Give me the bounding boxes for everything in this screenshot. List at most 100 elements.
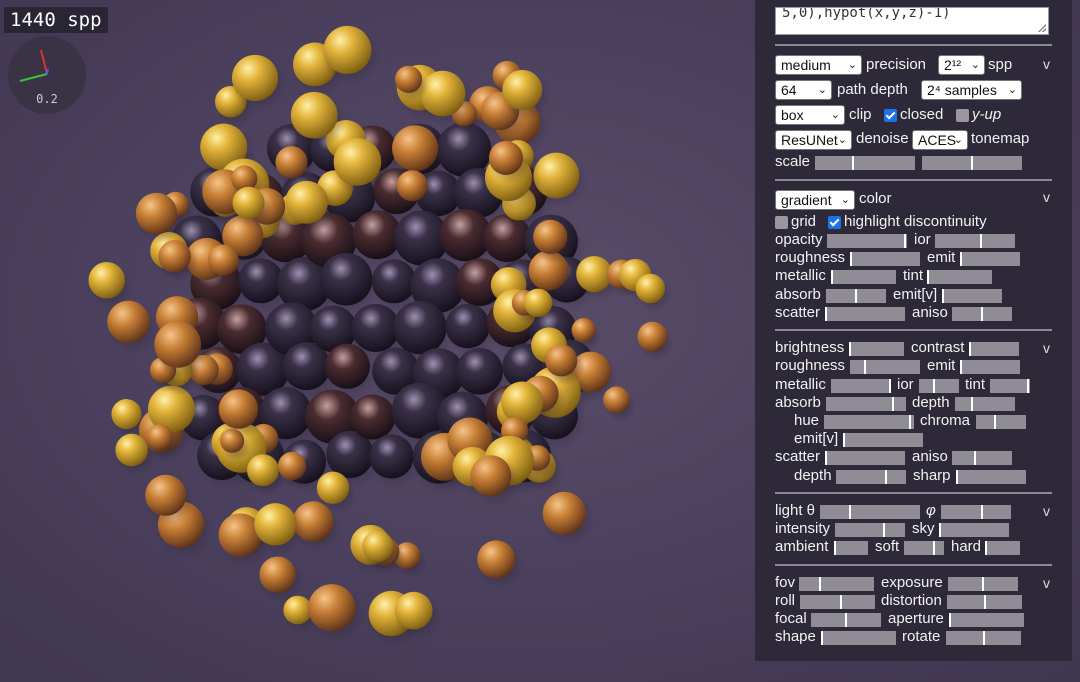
denoise-select[interactable]: ResUNet ⌄ <box>775 130 852 150</box>
tint-slider[interactable] <box>927 270 992 284</box>
slider-thumb[interactable] <box>1027 379 1029 393</box>
slider-thumb[interactable] <box>949 613 951 627</box>
material-roughness-slider[interactable] <box>850 360 920 374</box>
path-depth-select[interactable]: 64 ⌄ <box>775 80 832 100</box>
absorb-slider[interactable] <box>826 289 886 303</box>
material-absorb-slider[interactable] <box>826 397 906 411</box>
slider-thumb[interactable] <box>956 470 958 484</box>
material-emit-v-slider[interactable] <box>843 433 923 447</box>
slider-thumb[interactable] <box>855 289 857 303</box>
slider-thumb[interactable] <box>904 234 906 248</box>
slider-thumb[interactable] <box>974 451 976 465</box>
yup-checkbox[interactable] <box>956 109 969 122</box>
shape-slider[interactable] <box>821 631 896 645</box>
sky-slider[interactable] <box>939 523 1009 537</box>
collapse-material-section[interactable]: v <box>1043 340 1050 356</box>
slider-thumb[interactable] <box>982 577 984 591</box>
slider-thumb[interactable] <box>960 360 962 374</box>
slider-thumb[interactable] <box>971 156 973 170</box>
ior-slider[interactable] <box>935 234 1015 248</box>
collapse-render-section[interactable]: v <box>1043 56 1050 72</box>
spp-select[interactable]: 2¹² ⌄ <box>938 55 985 75</box>
chroma-slider[interactable] <box>976 415 1026 429</box>
slider-thumb[interactable] <box>885 470 887 484</box>
fov-slider[interactable] <box>799 577 874 591</box>
slider-thumb[interactable] <box>971 397 973 411</box>
slider-thumb[interactable] <box>825 451 827 465</box>
slider-thumb[interactable] <box>850 252 852 266</box>
tonemap-select[interactable]: ACES ⌄ <box>912 130 968 150</box>
scale-slider-1[interactable] <box>815 156 915 170</box>
collapse-color-section[interactable]: v <box>1043 189 1050 205</box>
slider-thumb[interactable] <box>843 433 845 447</box>
emit-slider[interactable] <box>960 252 1020 266</box>
exposure-slider[interactable] <box>948 577 1018 591</box>
material-scatter-slider[interactable] <box>825 451 905 465</box>
emit-v-slider[interactable] <box>942 289 1002 303</box>
slider-thumb[interactable] <box>981 505 983 519</box>
light-phi-slider[interactable] <box>941 505 1011 519</box>
slider-thumb[interactable] <box>840 595 842 609</box>
material-depth-slider[interactable] <box>955 397 1015 411</box>
slider-thumb[interactable] <box>883 523 885 537</box>
highlight-discontinuity-checkbox[interactable] <box>828 216 841 229</box>
collapse-light-section[interactable]: v <box>1043 503 1050 519</box>
light-theta-slider[interactable] <box>820 505 920 519</box>
slider-thumb[interactable] <box>985 541 987 555</box>
slider-thumb[interactable] <box>980 234 982 248</box>
focal-slider[interactable] <box>811 613 881 627</box>
material-emit-slider[interactable] <box>960 360 1020 374</box>
samples-select[interactable]: 2⁴ samples ⌄ <box>921 80 1022 100</box>
slider-thumb[interactable] <box>983 631 985 645</box>
slider-thumb[interactable] <box>994 415 996 429</box>
slider-thumb[interactable] <box>825 307 827 321</box>
roughness-slider[interactable] <box>850 252 920 266</box>
slider-thumb[interactable] <box>845 613 847 627</box>
slider-thumb[interactable] <box>933 541 935 555</box>
slider-thumb[interactable] <box>981 307 983 321</box>
resize-grip-icon[interactable] <box>1038 24 1046 32</box>
distortion-slider[interactable] <box>947 595 1022 609</box>
axes-gizmo[interactable]: 0.2 <box>8 36 86 114</box>
contrast-slider[interactable] <box>969 342 1019 356</box>
aniso-slider[interactable] <box>952 307 1012 321</box>
slider-thumb[interactable] <box>969 342 971 356</box>
slider-thumb[interactable] <box>892 397 894 411</box>
slider-thumb[interactable] <box>960 252 962 266</box>
ambient-slider[interactable] <box>834 541 868 555</box>
precision-select[interactable]: medium ⌄ <box>775 55 862 75</box>
slider-thumb[interactable] <box>933 379 935 393</box>
slider-thumb[interactable] <box>849 342 851 356</box>
material-tint-slider[interactable] <box>990 379 1030 393</box>
slider-thumb[interactable] <box>852 156 854 170</box>
roll-slider[interactable] <box>800 595 875 609</box>
scale-slider-2[interactable] <box>922 156 1022 170</box>
slider-thumb[interactable] <box>849 505 851 519</box>
collapse-camera-section[interactable]: v <box>1043 575 1050 591</box>
material-ior-slider[interactable] <box>919 379 959 393</box>
aperture-slider[interactable] <box>949 613 1024 627</box>
slider-thumb[interactable] <box>864 360 866 374</box>
expression-textarea[interactable]: 5,0),hypot(x,y,z)-1) <box>775 7 1049 35</box>
brightness-slider[interactable] <box>849 342 904 356</box>
closed-checkbox[interactable] <box>884 109 897 122</box>
color-select[interactable]: gradient ⌄ <box>775 190 855 210</box>
material-aniso-slider[interactable] <box>952 451 1012 465</box>
material-depth-2-slider[interactable] <box>836 470 906 484</box>
slider-thumb[interactable] <box>942 289 944 303</box>
rotate-slider[interactable] <box>946 631 1021 645</box>
intensity-slider[interactable] <box>835 523 905 537</box>
clip-select[interactable]: box ⌄ <box>775 105 845 125</box>
soft-slider[interactable] <box>904 541 944 555</box>
grid-checkbox[interactable] <box>775 216 788 229</box>
slider-thumb[interactable] <box>819 577 821 591</box>
metallic-slider[interactable] <box>831 270 896 284</box>
slider-thumb[interactable] <box>939 523 941 537</box>
slider-thumb[interactable] <box>889 379 891 393</box>
slider-thumb[interactable] <box>984 595 986 609</box>
opacity-slider[interactable] <box>827 234 907 248</box>
slider-thumb[interactable] <box>834 541 836 555</box>
sharp-slider[interactable] <box>956 470 1026 484</box>
scatter-slider[interactable] <box>825 307 905 321</box>
slider-thumb[interactable] <box>909 415 911 429</box>
